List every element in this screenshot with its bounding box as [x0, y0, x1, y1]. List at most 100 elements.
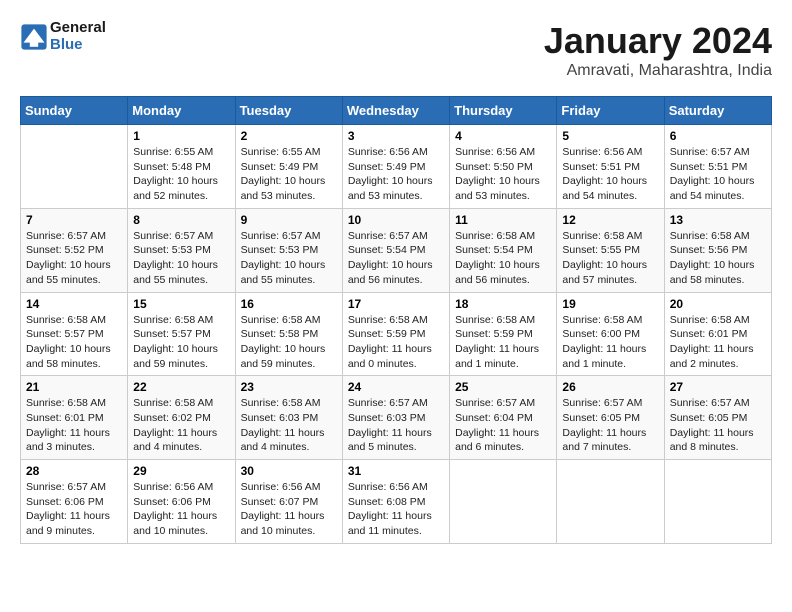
- day-number: 8: [133, 213, 229, 227]
- day-info: Sunrise: 6:56 AM Sunset: 5:49 PM Dayligh…: [348, 145, 444, 204]
- day-info: Sunrise: 6:57 AM Sunset: 6:03 PM Dayligh…: [348, 396, 444, 455]
- day-info: Sunrise: 6:57 AM Sunset: 6:06 PM Dayligh…: [26, 480, 122, 539]
- calendar-cell: 18 Sunrise: 6:58 AM Sunset: 5:59 PM Dayli…: [450, 292, 557, 376]
- calendar-cell: 1Sunrise: 6:55 AM Sunset: 5:48 PM Daylig…: [128, 125, 235, 209]
- logo-icon: [20, 23, 48, 51]
- week-row-4: 21Sunrise: 6:58 AM Sunset: 6:01 PM Dayli…: [21, 376, 772, 460]
- day-number: 7: [26, 213, 122, 227]
- calendar-cell: 9 Sunrise: 6:57 AM Sunset: 5:53 PM Daylig…: [235, 208, 342, 292]
- header-friday: Friday: [557, 97, 664, 125]
- day-info: Sunrise: 6:58 AM Sunset: 5:57 PM Dayligh…: [26, 313, 122, 372]
- calendar-cell: 2 Sunrise: 6:55 AM Sunset: 5:49 PM Daylig…: [235, 125, 342, 209]
- header-row: SundayMondayTuesdayWednesdayThursdayFrid…: [21, 97, 772, 125]
- calendar-cell: [664, 460, 771, 544]
- calendar-cell: 28 Sunrise: 6:57 AM Sunset: 6:06 PM Dayli…: [21, 460, 128, 544]
- day-info: Sunrise: 6:56 AM Sunset: 5:51 PM Dayligh…: [562, 145, 658, 204]
- day-info: Sunrise: 6:58 AM Sunset: 5:58 PM Dayligh…: [241, 313, 337, 372]
- day-info: Sunrise: 6:56 AM Sunset: 6:07 PM Dayligh…: [241, 480, 337, 539]
- calendar-title: January 2024: [544, 20, 772, 62]
- day-info: Sunrise: 6:57 AM Sunset: 6:05 PM Dayligh…: [562, 396, 658, 455]
- calendar-cell: 15 Sunrise: 6:58 AM Sunset: 5:57 PM Dayli…: [128, 292, 235, 376]
- week-row-5: 28 Sunrise: 6:57 AM Sunset: 6:06 PM Dayli…: [21, 460, 772, 544]
- day-number: 24: [348, 380, 444, 394]
- calendar-cell: 21Sunrise: 6:58 AM Sunset: 6:01 PM Dayli…: [21, 376, 128, 460]
- day-info: Sunrise: 6:57 AM Sunset: 5:51 PM Dayligh…: [670, 145, 766, 204]
- calendar-cell: [21, 125, 128, 209]
- day-info: Sunrise: 6:57 AM Sunset: 5:54 PM Dayligh…: [348, 229, 444, 288]
- day-info: Sunrise: 6:58 AM Sunset: 6:02 PM Dayligh…: [133, 396, 229, 455]
- header-tuesday: Tuesday: [235, 97, 342, 125]
- day-info: Sunrise: 6:58 AM Sunset: 6:00 PM Dayligh…: [562, 313, 658, 372]
- day-info: Sunrise: 6:56 AM Sunset: 5:50 PM Dayligh…: [455, 145, 551, 204]
- day-number: 29: [133, 464, 229, 478]
- day-number: 14: [26, 297, 122, 311]
- title-block: January 2024 Amravati, Maharashtra, Indi…: [544, 20, 772, 80]
- day-info: Sunrise: 6:56 AM Sunset: 6:08 PM Dayligh…: [348, 480, 444, 539]
- day-number: 13: [670, 213, 766, 227]
- day-info: Sunrise: 6:58 AM Sunset: 5:55 PM Dayligh…: [562, 229, 658, 288]
- week-row-2: 7Sunrise: 6:57 AM Sunset: 5:52 PM Daylig…: [21, 208, 772, 292]
- day-number: 25: [455, 380, 551, 394]
- day-info: Sunrise: 6:57 AM Sunset: 6:04 PM Dayligh…: [455, 396, 551, 455]
- calendar-cell: 13 Sunrise: 6:58 AM Sunset: 5:56 PM Dayli…: [664, 208, 771, 292]
- calendar-cell: 8 Sunrise: 6:57 AM Sunset: 5:53 PM Daylig…: [128, 208, 235, 292]
- day-number: 26: [562, 380, 658, 394]
- day-number: 27: [670, 380, 766, 394]
- calendar-subtitle: Amravati, Maharashtra, India: [544, 62, 772, 80]
- day-number: 2: [241, 129, 337, 143]
- calendar-cell: 3 Sunrise: 6:56 AM Sunset: 5:49 PM Daylig…: [342, 125, 449, 209]
- day-number: 22: [133, 380, 229, 394]
- calendar-cell: 23 Sunrise: 6:58 AM Sunset: 6:03 PM Dayli…: [235, 376, 342, 460]
- day-number: 30: [241, 464, 337, 478]
- day-number: 21: [26, 380, 122, 394]
- day-info: Sunrise: 6:57 AM Sunset: 6:05 PM Dayligh…: [670, 396, 766, 455]
- logo-text-general: General: [50, 19, 106, 36]
- day-info: Sunrise: 6:56 AM Sunset: 6:06 PM Dayligh…: [133, 480, 229, 539]
- day-info: Sunrise: 6:57 AM Sunset: 5:53 PM Dayligh…: [133, 229, 229, 288]
- header-wednesday: Wednesday: [342, 97, 449, 125]
- day-info: Sunrise: 6:58 AM Sunset: 5:56 PM Dayligh…: [670, 229, 766, 288]
- calendar-cell: 17 Sunrise: 6:58 AM Sunset: 5:59 PM Dayli…: [342, 292, 449, 376]
- calendar-cell: 16 Sunrise: 6:58 AM Sunset: 5:58 PM Dayli…: [235, 292, 342, 376]
- day-info: Sunrise: 6:58 AM Sunset: 6:01 PM Dayligh…: [670, 313, 766, 372]
- calendar-cell: 6 Sunrise: 6:57 AM Sunset: 5:51 PM Daylig…: [664, 125, 771, 209]
- calendar-cell: 14 Sunrise: 6:58 AM Sunset: 5:57 PM Dayli…: [21, 292, 128, 376]
- day-number: 3: [348, 129, 444, 143]
- day-number: 6: [670, 129, 766, 143]
- day-info: Sunrise: 6:58 AM Sunset: 5:57 PM Dayligh…: [133, 313, 229, 372]
- day-number: 19: [562, 297, 658, 311]
- day-info: Sunrise: 6:58 AM Sunset: 5:59 PM Dayligh…: [455, 313, 551, 372]
- day-number: 20: [670, 297, 766, 311]
- day-info: Sunrise: 6:55 AM Sunset: 5:49 PM Dayligh…: [241, 145, 337, 204]
- header-monday: Monday: [128, 97, 235, 125]
- week-row-3: 14 Sunrise: 6:58 AM Sunset: 5:57 PM Dayli…: [21, 292, 772, 376]
- calendar-cell: [450, 460, 557, 544]
- day-number: 15: [133, 297, 229, 311]
- day-number: 28: [26, 464, 122, 478]
- calendar-cell: 30 Sunrise: 6:56 AM Sunset: 6:07 PM Dayli…: [235, 460, 342, 544]
- day-info: Sunrise: 6:57 AM Sunset: 5:53 PM Dayligh…: [241, 229, 337, 288]
- day-number: 18: [455, 297, 551, 311]
- day-number: 10: [348, 213, 444, 227]
- logo: General Blue: [20, 20, 106, 53]
- day-info: Sunrise: 6:58 AM Sunset: 5:59 PM Dayligh…: [348, 313, 444, 372]
- day-number: 31: [348, 464, 444, 478]
- day-number: 1: [133, 129, 229, 143]
- day-number: 9: [241, 213, 337, 227]
- calendar-body: 1Sunrise: 6:55 AM Sunset: 5:48 PM Daylig…: [21, 125, 772, 544]
- header-thursday: Thursday: [450, 97, 557, 125]
- day-number: 12: [562, 213, 658, 227]
- day-number: 17: [348, 297, 444, 311]
- day-number: 16: [241, 297, 337, 311]
- calendar-cell: 26 Sunrise: 6:57 AM Sunset: 6:05 PM Dayli…: [557, 376, 664, 460]
- day-number: 23: [241, 380, 337, 394]
- day-number: 11: [455, 213, 551, 227]
- calendar-cell: [557, 460, 664, 544]
- calendar-header: SundayMondayTuesdayWednesdayThursdayFrid…: [21, 97, 772, 125]
- calendar-cell: 10 Sunrise: 6:57 AM Sunset: 5:54 PM Dayli…: [342, 208, 449, 292]
- calendar-table: SundayMondayTuesdayWednesdayThursdayFrid…: [20, 96, 772, 544]
- calendar-cell: 7Sunrise: 6:57 AM Sunset: 5:52 PM Daylig…: [21, 208, 128, 292]
- header-saturday: Saturday: [664, 97, 771, 125]
- day-info: Sunrise: 6:58 AM Sunset: 6:03 PM Dayligh…: [241, 396, 337, 455]
- calendar-cell: 5Sunrise: 6:56 AM Sunset: 5:51 PM Daylig…: [557, 125, 664, 209]
